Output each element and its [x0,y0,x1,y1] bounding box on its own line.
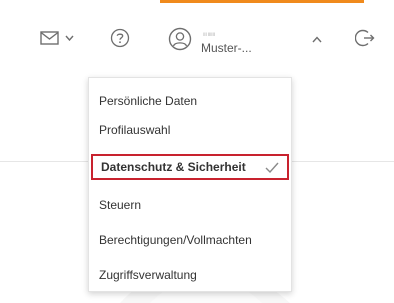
menu-item-datenschutz-sicherheit[interactable]: Datenschutz & Sicherheit [91,154,289,180]
user-dropdown-menu: Persönliche Daten Profilauswahl Datensch… [88,77,292,292]
menu-item-label: Persönliche Daten [99,94,198,108]
user-name[interactable]: Muster-... [201,41,252,55]
menu-item-profilauswahl[interactable]: Profilauswahl [99,119,281,141]
user-icon[interactable] [168,27,192,51]
menu-item-berechtigungen-vollmachten[interactable]: Berechtigungen/Vollmachten [99,229,281,251]
user-name-top: ııı ıııııı [203,32,215,38]
active-tab-indicator [160,0,364,3]
menu-item-zugriffsverwaltung[interactable]: Zugriffsverwaltung [99,264,281,286]
menu-item-persoenliche-daten[interactable]: Persönliche Daten [99,90,281,112]
chevron-up-icon[interactable] [312,36,322,43]
menu-item-label: Steuern [99,198,142,212]
logout-icon[interactable] [355,28,375,48]
menu-item-steuern[interactable]: Steuern [99,194,281,216]
menu-item-label: Profilauswahl [99,123,171,137]
mail-icon[interactable] [40,31,59,45]
menu-item-label: Berechtigungen/Vollmachten [99,233,252,247]
help-icon[interactable] [110,28,130,48]
checkmark-icon [265,160,279,178]
menu-item-label: Datenschutz & Sicherheit [101,160,246,174]
chevron-down-icon[interactable] [65,35,74,41]
menu-item-label: Zugriffsverwaltung [99,268,197,282]
